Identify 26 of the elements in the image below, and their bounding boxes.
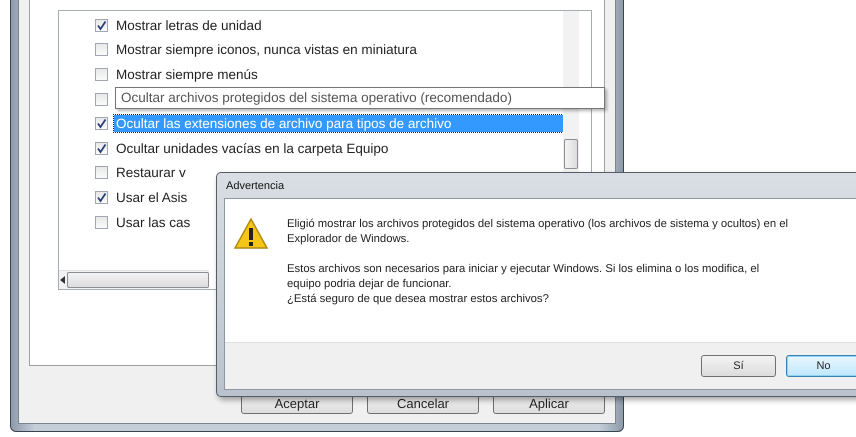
checkbox[interactable]	[95, 142, 108, 155]
left-arrow-icon[interactable]	[60, 276, 66, 284]
option-label[interactable]: Mostrar siempre iconos, nunca vistas en miniatura	[114, 41, 419, 58]
checkbox[interactable]	[95, 117, 108, 130]
option-label[interactable]: Usar el Asis	[114, 188, 190, 206]
tooltip: Ocultar archivos protegidos del sistema operativo (recomendado)	[115, 87, 605, 109]
message-text: Eligió mostrar los archivos protegidos del sistema operativo (los archivos de sistema y ocultos) en el Explorador de Windows.	[287, 217, 790, 247]
warning-icon	[233, 217, 269, 251]
message-text: ¿Está seguro de que desea mostrar estos archivos?	[287, 292, 550, 307]
option-label[interactable]: Mostrar siempre menús	[114, 66, 260, 83]
no-button[interactable]: No	[786, 355, 856, 377]
message-text: Estos archivos son necesarios para iniciar y ejecutar Windows. Si los elimina o los modifica, el equipo podria dejar de funcionar.	[287, 262, 760, 292]
checkbox[interactable]	[95, 166, 108, 180]
checkbox[interactable]	[95, 18, 108, 32]
yes-button[interactable]: Sí	[701, 355, 776, 377]
horizontal-scrollbar[interactable]	[59, 270, 209, 289]
option-label[interactable]: Restaurar v	[114, 164, 188, 182]
checkbox[interactable]	[95, 43, 108, 56]
checkbox[interactable]	[95, 190, 108, 204]
checkbox[interactable]	[95, 92, 108, 106]
checkbox[interactable]	[95, 68, 108, 81]
dialog-title: Advertencia	[226, 180, 284, 192]
checkbox[interactable]	[95, 216, 108, 229]
option-label[interactable]: Ocultar unidades vacías en la carpeta Equipo	[114, 140, 390, 157]
option-label[interactable]: Usar las cas	[114, 214, 192, 231]
option-label[interactable]: Mostrar letras de unidad	[114, 16, 264, 34]
